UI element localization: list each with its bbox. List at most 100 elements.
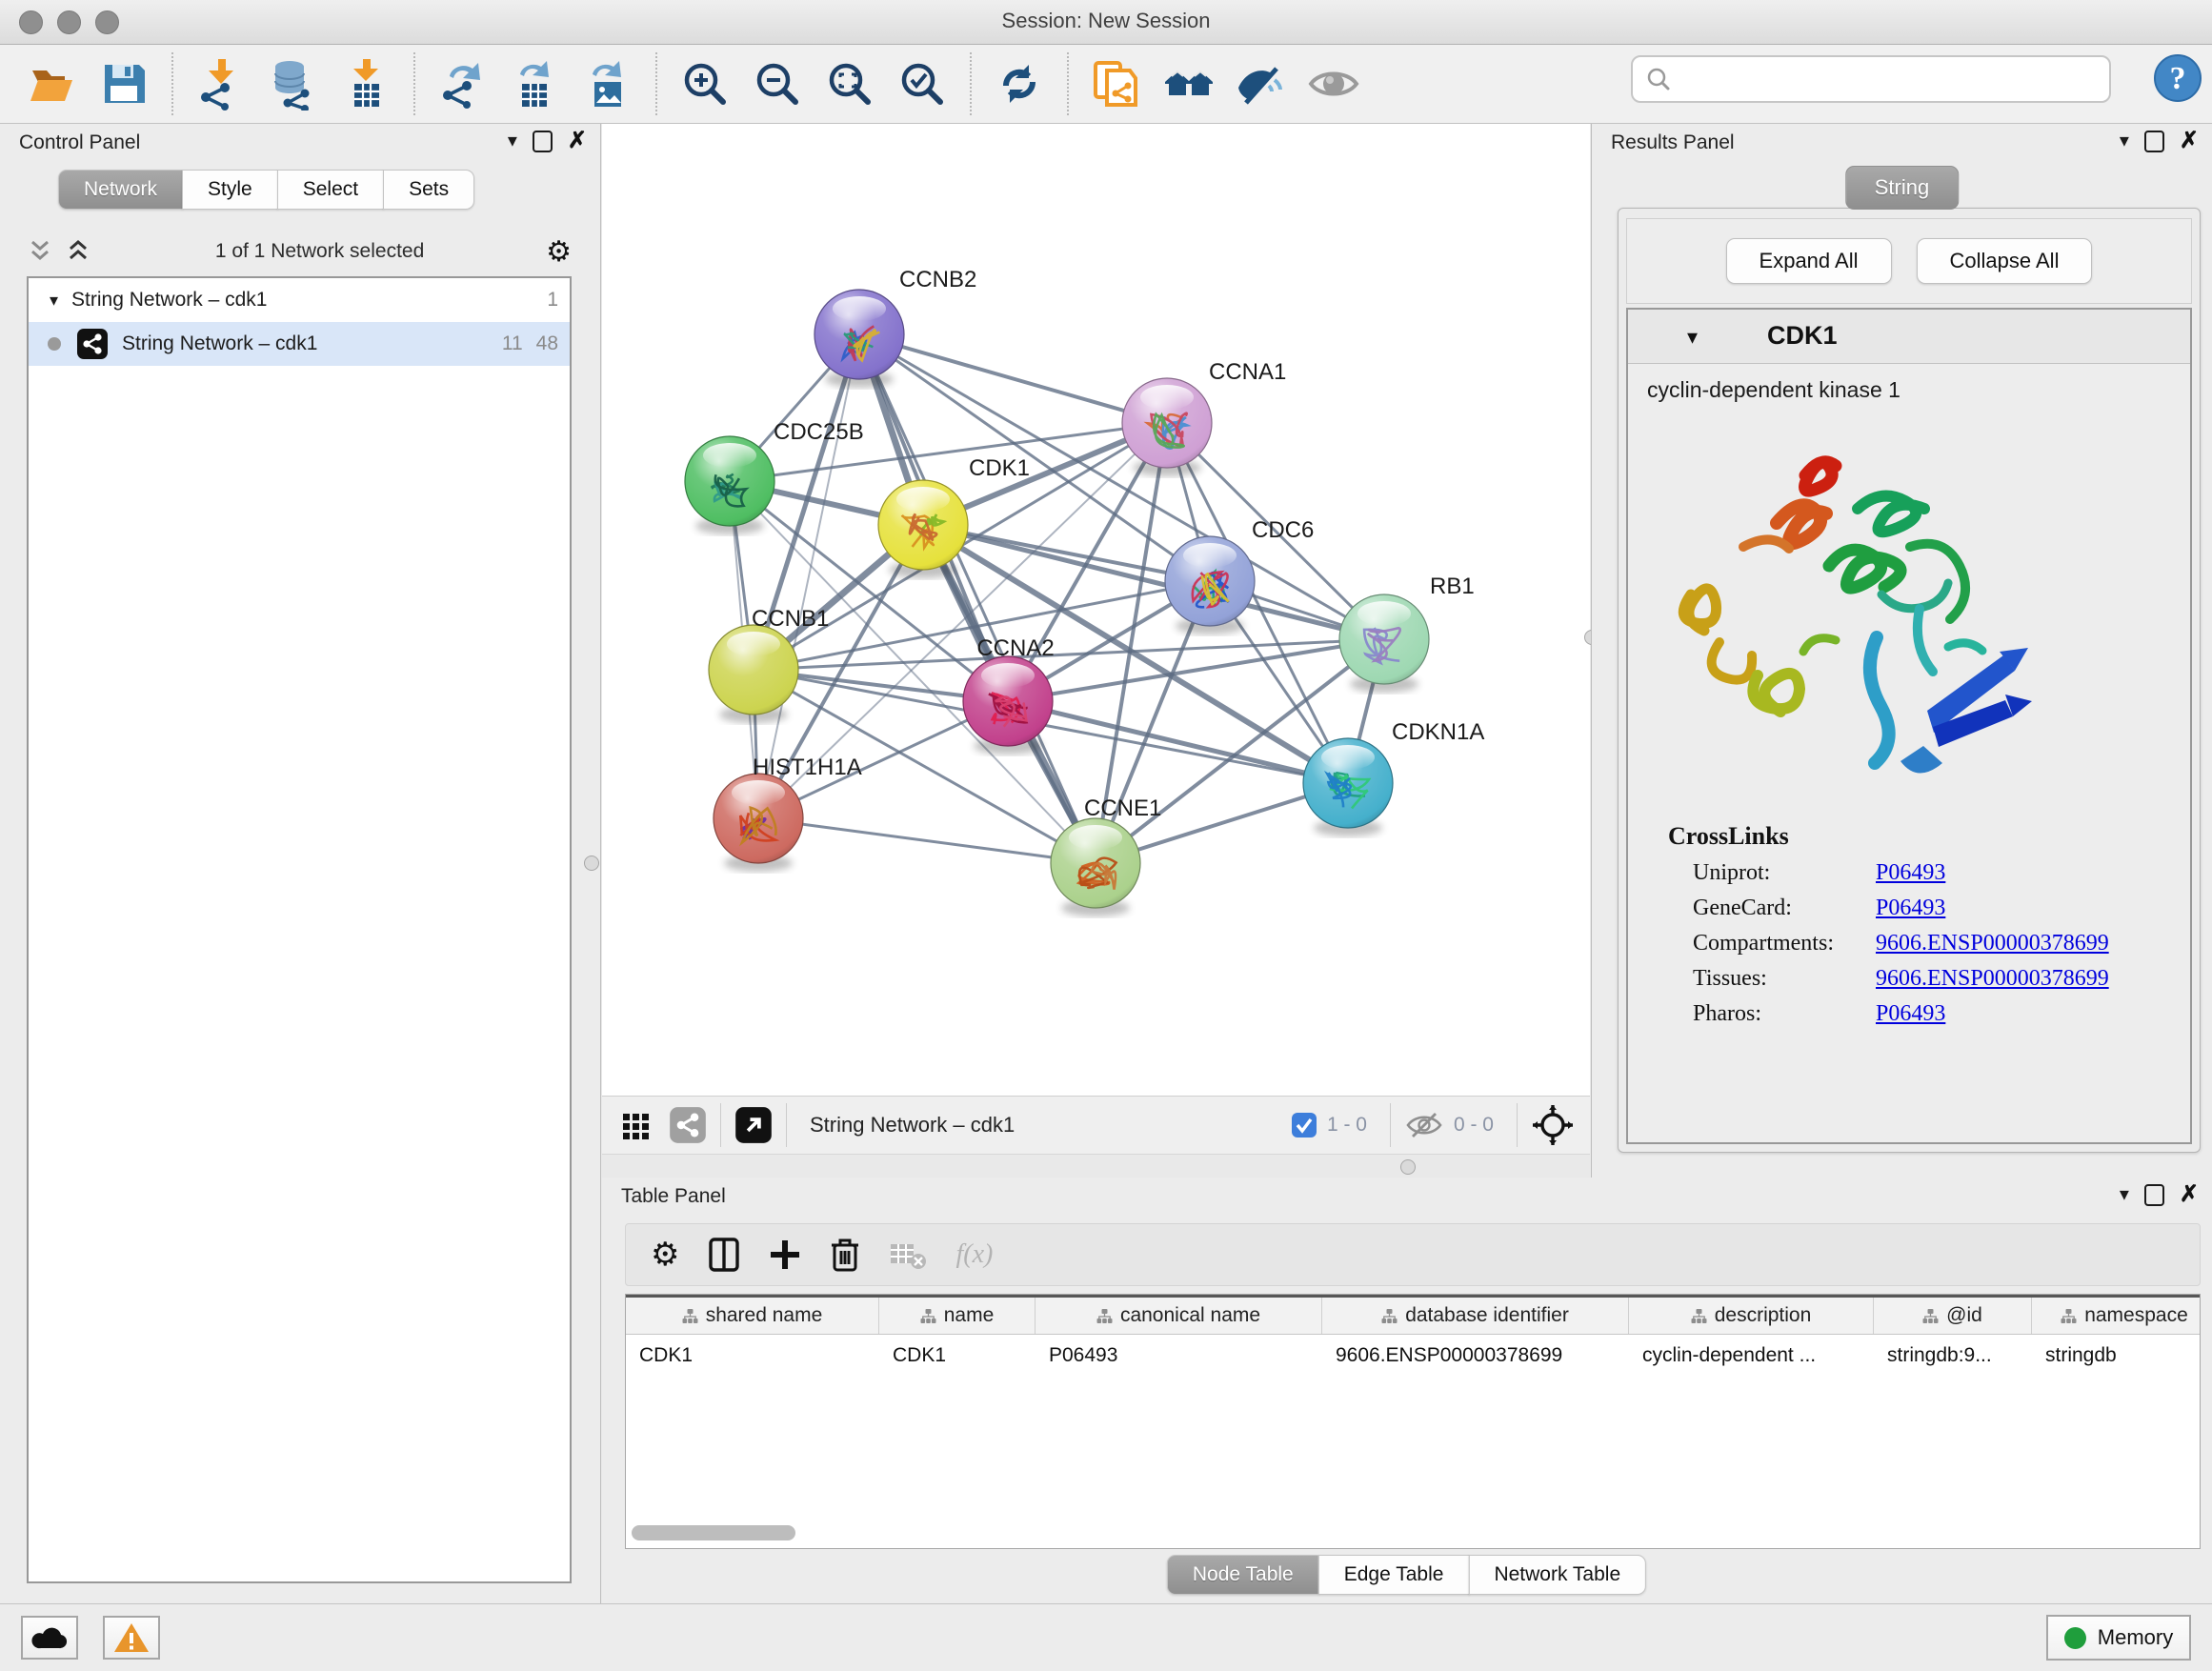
collapse-all-button[interactable]: Collapse All [1917, 238, 2093, 284]
annotations-icon[interactable] [1090, 57, 1143, 111]
horizontal-splitter-handle[interactable] [1400, 1159, 1416, 1175]
warnings-button[interactable] [103, 1616, 160, 1660]
help-icon[interactable]: ? [2153, 53, 2202, 103]
hidden-eye-icon[interactable] [1404, 1111, 1444, 1139]
network-node-HIST1H1A[interactable]: HIST1H1A [714, 755, 862, 872]
table-cell[interactable]: cyclin-dependent ... [1629, 1335, 1874, 1377]
zoom-selected-icon[interactable] [895, 57, 949, 111]
tab-edge-table[interactable]: Edge Table [1318, 1555, 1470, 1595]
panel-close-icon[interactable]: ✗ [2180, 1183, 2199, 1206]
expand-all-icon[interactable] [65, 239, 93, 264]
delete-column-icon[interactable] [830, 1237, 860, 1273]
search-field[interactable] [1631, 55, 2111, 103]
crosslink-link[interactable]: 9606.ENSP00000378699 [1876, 966, 2109, 992]
network-node-CCNA2[interactable]: CCNA2 [963, 635, 1055, 755]
network-node-CDKN1A[interactable]: CDKN1A [1303, 719, 1484, 836]
hide-selected-icon[interactable] [1235, 57, 1288, 111]
column-header--id[interactable]: @id [1874, 1298, 2032, 1334]
window-titlebar: Session: New Session [0, 0, 2212, 45]
panel-float-icon[interactable] [533, 131, 553, 152]
network-node-CCNB2[interactable]: CCNB2 [814, 267, 976, 388]
column-header-shared-name[interactable]: shared name [626, 1298, 879, 1334]
network-node-RB1[interactable]: RB1 [1339, 574, 1475, 693]
section-collapse-icon[interactable]: ▾ [1687, 325, 1698, 350]
node-label-CCNA1: CCNA1 [1209, 359, 1286, 385]
tab-string[interactable]: String [1845, 166, 1959, 210]
table-cell[interactable]: P06493 [1036, 1335, 1322, 1377]
panel-close-icon[interactable]: ✗ [2180, 130, 2199, 152]
column-header-canonical-name[interactable]: canonical name [1036, 1298, 1322, 1334]
tab-sets[interactable]: Sets [383, 170, 474, 210]
search-input[interactable] [1679, 67, 2100, 91]
column-header-database-identifier[interactable]: database identifier [1322, 1298, 1629, 1334]
export-table-icon[interactable] [509, 57, 562, 111]
memory-button[interactable]: Memory [2046, 1615, 2191, 1661]
column-header-name[interactable]: name [879, 1298, 1036, 1334]
tab-network[interactable]: Network [58, 170, 183, 210]
grid-view-icon[interactable] [617, 1106, 655, 1144]
results-panel-title: Results Panel [1611, 131, 1735, 154]
crosslink-link[interactable]: P06493 [1876, 896, 1945, 921]
tab-network-table[interactable]: Network Table [1468, 1555, 1646, 1595]
add-column-icon[interactable] [769, 1238, 801, 1271]
panel-float-icon[interactable] [2144, 131, 2164, 152]
zoom-out-icon[interactable] [751, 57, 804, 111]
network-options-gear-icon[interactable]: ⚙ [546, 235, 572, 269]
table-row[interactable]: CDK1CDK1P064939606.ENSP00000378699cyclin… [626, 1335, 2200, 1377]
panel-menu-icon[interactable]: ▾ [2120, 1185, 2129, 1204]
export-network-icon[interactable] [436, 57, 490, 111]
first-neighbors-icon[interactable] [1162, 57, 1216, 111]
column-header-namespace[interactable]: namespace [2032, 1298, 2201, 1334]
network-status-dot [48, 337, 61, 351]
zoom-in-icon[interactable] [678, 57, 732, 111]
zoom-fit-icon[interactable] [823, 57, 876, 111]
network-canvas[interactable]: CCNB2CCNA1CDC25BCDK1CDC6RB1CCNB1CCNA2CDK… [602, 124, 1590, 1096]
save-session-icon[interactable] [97, 57, 151, 111]
memory-status-dot [2064, 1627, 2086, 1649]
expand-all-button[interactable]: Expand All [1726, 238, 1892, 284]
vertical-splitter-handle[interactable] [584, 856, 599, 871]
table-horizontal-scrollbar[interactable] [632, 1525, 795, 1540]
open-in-window-icon[interactable] [734, 1106, 773, 1144]
crosslink-link[interactable]: P06493 [1876, 1001, 1945, 1027]
collection-count: 1 [547, 289, 558, 312]
import-table-icon[interactable] [339, 57, 392, 111]
tab-select[interactable]: Select [277, 170, 384, 210]
refresh-icon[interactable] [993, 57, 1046, 111]
column-header-description[interactable]: description [1629, 1298, 1874, 1334]
open-session-icon[interactable] [25, 57, 78, 111]
tab-node-table[interactable]: Node Table [1167, 1555, 1319, 1595]
show-all-icon[interactable] [1307, 57, 1360, 111]
table-cell[interactable]: stringdb:9... [1874, 1335, 2032, 1377]
node-section-header[interactable]: ▾ CDK1 [1628, 310, 2190, 364]
table-cell[interactable]: CDK1 [626, 1335, 879, 1377]
selected-count: 1 - 0 [1327, 1114, 1367, 1137]
table-cell[interactable]: CDK1 [879, 1335, 1036, 1377]
network-node-CCNB1[interactable]: CCNB1 [709, 606, 829, 723]
panel-menu-icon[interactable]: ▾ [508, 131, 517, 151]
collapse-all-icon[interactable] [27, 239, 55, 264]
panel-close-icon[interactable]: ✗ [568, 130, 587, 152]
network-row[interactable]: String Network – cdk1 11 48 [29, 322, 570, 366]
tree-expand-icon[interactable]: ▾ [50, 291, 58, 311]
string-view-icon[interactable] [669, 1106, 707, 1144]
panel-float-icon[interactable] [2144, 1184, 2164, 1206]
fit-content-icon[interactable] [1531, 1103, 1575, 1147]
panel-menu-icon[interactable]: ▾ [2120, 131, 2129, 151]
show-columns-icon[interactable] [708, 1237, 740, 1273]
export-image-icon[interactable] [581, 57, 634, 111]
import-network-icon[interactable] [194, 57, 248, 111]
selected-nodes-checkbox-icon[interactable] [1291, 1112, 1317, 1138]
network-collection-row[interactable]: ▾ String Network – cdk1 1 [29, 278, 570, 322]
crosslink-link[interactable]: P06493 [1876, 860, 1945, 886]
table-options-gear-icon[interactable]: ⚙ [651, 1236, 679, 1274]
import-database-icon[interactable] [267, 57, 320, 111]
table-cell[interactable]: stringdb [2032, 1335, 2201, 1377]
table-cell[interactable]: 9606.ENSP00000378699 [1322, 1335, 1629, 1377]
tab-style[interactable]: Style [182, 170, 278, 210]
crosslink-link[interactable]: 9606.ENSP00000378699 [1876, 931, 2109, 956]
delete-table-icon[interactable] [889, 1238, 927, 1271]
function-builder-icon[interactable]: f(x) [955, 1239, 993, 1270]
warning-icon [113, 1621, 150, 1654]
cloud-status-button[interactable] [21, 1616, 78, 1660]
